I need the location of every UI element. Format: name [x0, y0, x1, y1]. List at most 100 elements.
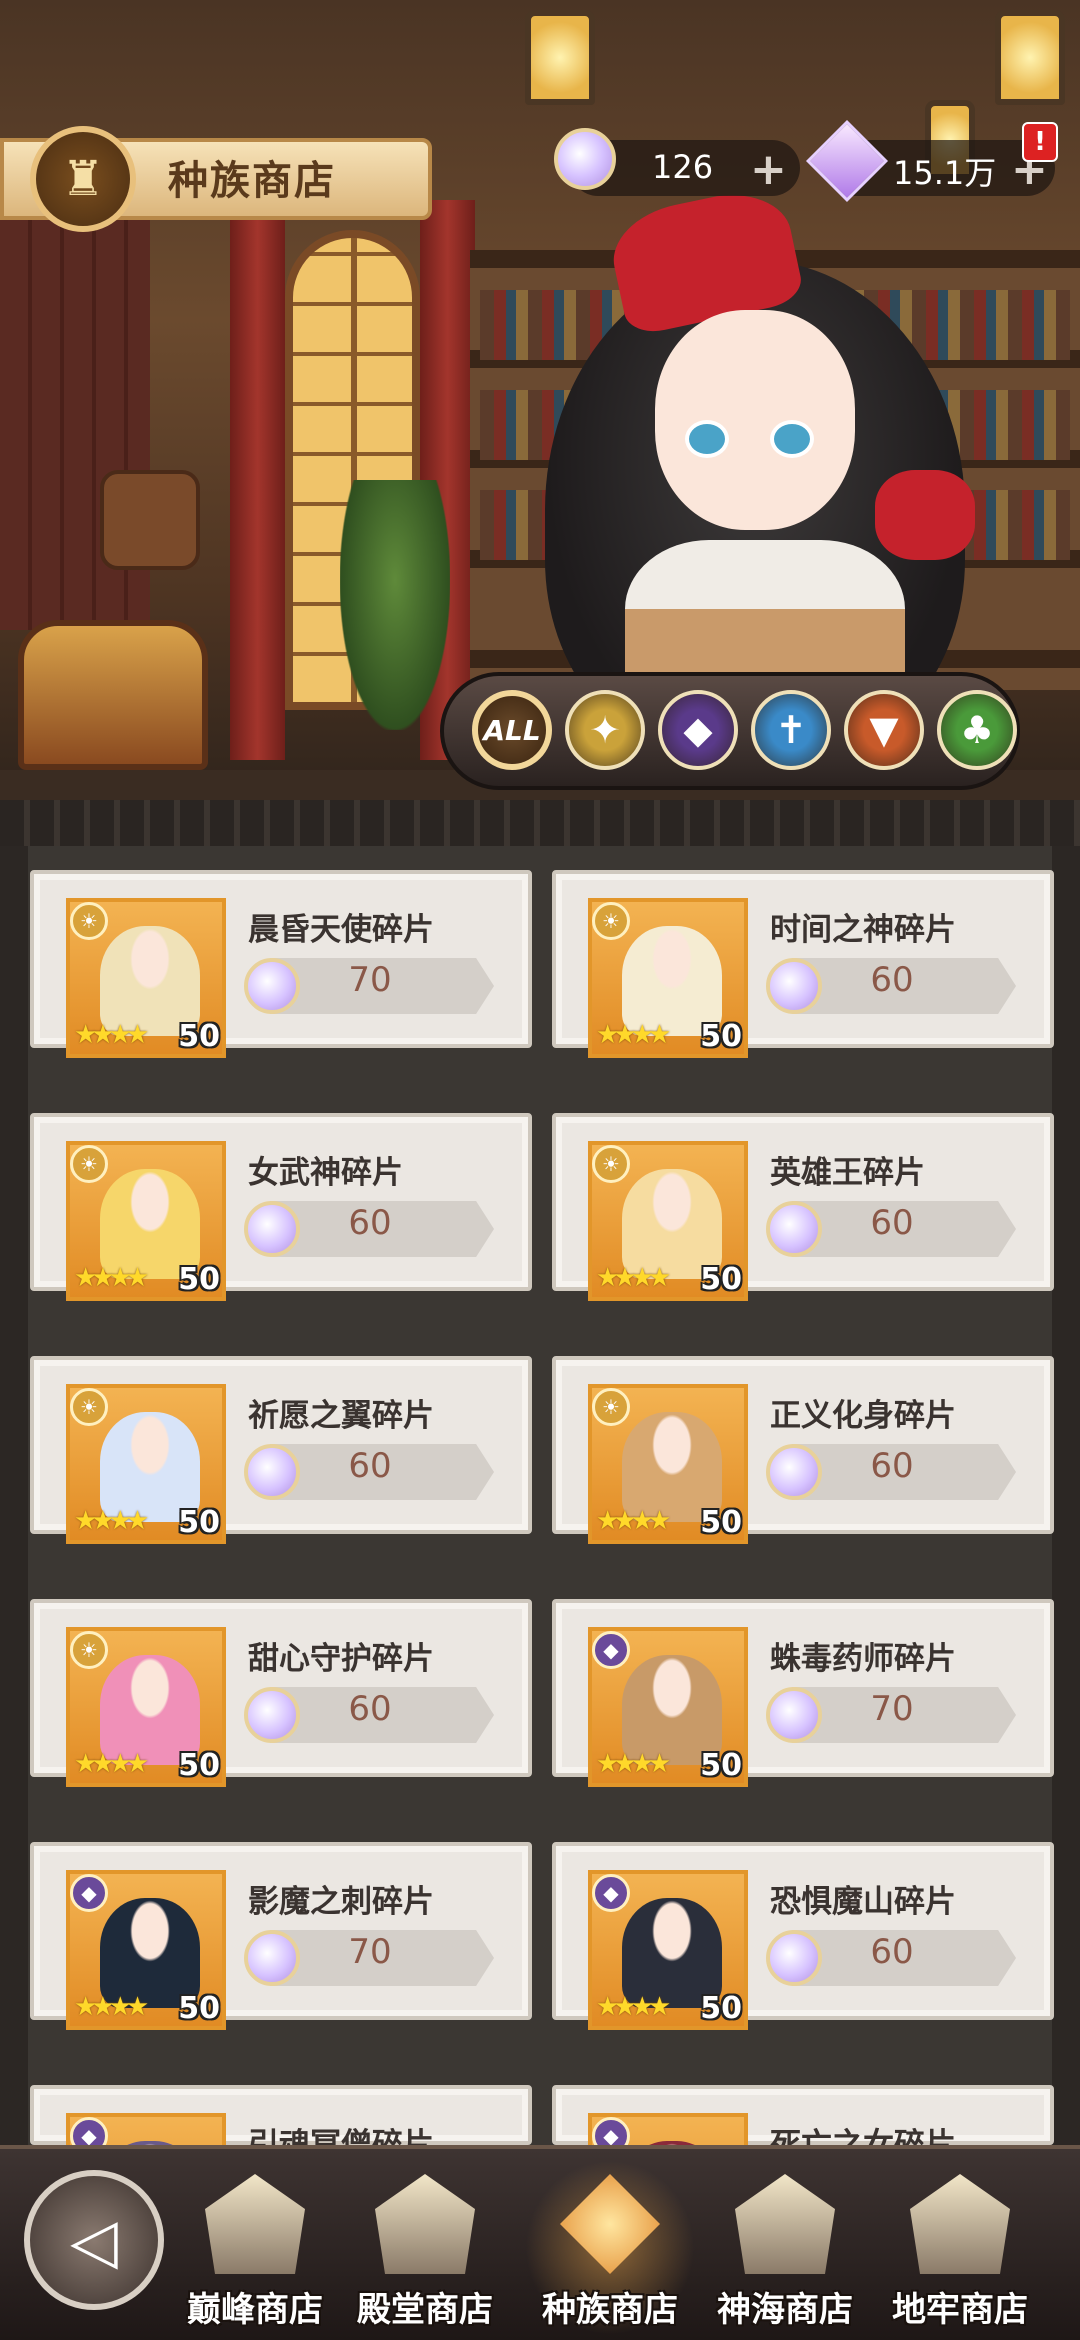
hero-level: 50	[700, 1748, 742, 1783]
hero-level: 50	[178, 1262, 220, 1297]
crystal-icon	[244, 1687, 300, 1743]
item-name: 英雄王碎片	[770, 1155, 925, 1191]
hero-portrait: ☀ ★★★★ 50	[66, 1384, 226, 1544]
faction-badge-icon: ◆	[70, 1874, 108, 1912]
treasure-chest	[18, 620, 208, 770]
crystal-icon	[766, 1687, 822, 1743]
hero-level: 50	[178, 1991, 220, 2026]
shop-item-card[interactable]: ◆死亡之女碎片	[552, 2085, 1054, 2273]
star-rating: ★★★★	[74, 1020, 149, 1050]
crystal-icon	[554, 128, 616, 190]
shop-tab-icon	[375, 2174, 475, 2274]
item-price: 60	[870, 960, 914, 1000]
star-rating: ★★★★	[596, 1020, 671, 1050]
nav-tab[interactable]: 殿堂商店	[340, 2160, 510, 2335]
faction-badge-icon: ☀	[70, 902, 108, 940]
faction-badge-icon: ◆	[592, 1874, 630, 1912]
item-price: 70	[348, 960, 392, 1000]
faction-badge-icon: ☀	[592, 1145, 630, 1183]
star-rating: ★★★★	[74, 1263, 149, 1293]
shop-title: 种族商店	[168, 158, 336, 204]
lantern-icon	[525, 10, 595, 105]
hero-level: 50	[700, 1262, 742, 1297]
hero-level: 50	[700, 1505, 742, 1540]
add-crystal-button[interactable]: +	[750, 144, 787, 195]
crystal-icon	[244, 1201, 300, 1257]
crystal-icon	[244, 1444, 300, 1500]
hero-portrait: ☀ ★★★★ 50	[66, 1627, 226, 1787]
shop-item-card[interactable]: ☀ ★★★★ 50 甜心守护碎片 60	[30, 1599, 532, 1787]
all-icon[interactable]: ALL	[472, 690, 552, 770]
item-name: 时间之神碎片	[770, 912, 956, 948]
shop-tab-icon	[735, 2174, 835, 2274]
nav-tab[interactable]: 神海商店	[700, 2160, 870, 2335]
item-name: 影魔之刺碎片	[248, 1884, 434, 1920]
nav-tab[interactable]: 巅峰商店	[170, 2160, 340, 2335]
shop-item-card[interactable]: ☀ ★★★★ 50 晨昏天使碎片 70	[30, 870, 532, 1058]
star-rating: ★★★★	[596, 1506, 671, 1536]
hero-portrait: ◆ ★★★★ 50	[588, 1627, 748, 1787]
item-price: 60	[348, 1203, 392, 1243]
shop-item-card[interactable]: ◆ ★★★★ 50 恐惧魔山碎片 60	[552, 1842, 1054, 2030]
faction-badge-icon: ☀	[70, 1631, 108, 1669]
nav-tab[interactable]: 种族商店	[525, 2160, 695, 2335]
star-rating: ★★★★	[74, 1506, 149, 1536]
shop-item-card[interactable]: ◆引魂冥僧碎片	[30, 2085, 532, 2273]
wolf-faction-icon[interactable]: ▼	[844, 690, 924, 770]
crystal-amount: 126	[652, 148, 714, 186]
back-button[interactable]: ◁	[24, 2170, 164, 2310]
hero-level: 50	[700, 1019, 742, 1054]
item-name: 甜心守护碎片	[248, 1641, 434, 1677]
potted-plant	[340, 480, 450, 730]
shop-item-card[interactable]: ☀ ★★★★ 50 祈愿之翼碎片 60	[30, 1356, 532, 1544]
holy-faction-icon[interactable]: ✝	[751, 690, 831, 770]
hot-air-balloon-icon: ♜	[30, 126, 136, 232]
faction-badge-icon: ☀	[70, 1388, 108, 1426]
crystal-icon	[766, 1930, 822, 1986]
hero-portrait: ☀ ★★★★ 50	[66, 898, 226, 1058]
curtain-left	[230, 200, 285, 760]
faction-badge-icon: ◆	[592, 1631, 630, 1669]
item-name: 蛛毒药师碎片	[770, 1641, 956, 1677]
faction-badge-icon: ☀	[592, 902, 630, 940]
item-price: 60	[870, 1932, 914, 1972]
shop-item-card[interactable]: ◆ ★★★★ 50 影魔之刺碎片 70	[30, 1842, 532, 2030]
shop-item-card[interactable]: ☀ ★★★★ 50 正义化身碎片 60	[552, 1356, 1054, 1544]
nav-tab[interactable]: 地牢商店	[875, 2160, 1045, 2335]
item-name: 晨昏天使碎片	[248, 912, 434, 948]
tree-faction-icon[interactable]: ♣	[937, 690, 1017, 770]
crystal-icon	[244, 958, 300, 1014]
hero-portrait: ☀ ★★★★ 50	[66, 1141, 226, 1301]
dark-faction-icon[interactable]: ◆	[658, 690, 738, 770]
shop-item-card[interactable]: ◆ ★★★★ 50 蛛毒药师碎片 70	[552, 1599, 1054, 1787]
hero-level: 50	[178, 1505, 220, 1540]
shop-tab-icon	[560, 2174, 660, 2274]
hero-portrait: ◆ ★★★★ 50	[66, 1870, 226, 2030]
hero-portrait: ☀ ★★★★ 50	[588, 898, 748, 1058]
faction-badge-icon: ☀	[592, 1388, 630, 1426]
shop-item-card[interactable]: ☀ ★★★★ 50 时间之神碎片 60	[552, 870, 1054, 1058]
lantern-icon	[995, 10, 1065, 105]
crystal-icon	[766, 958, 822, 1014]
item-name: 恐惧魔山碎片	[770, 1884, 956, 1920]
item-price: 60	[870, 1446, 914, 1486]
item-price: 60	[348, 1689, 392, 1729]
star-rating: ★★★★	[596, 1992, 671, 2022]
item-price: 70	[348, 1932, 392, 1972]
item-price: 60	[870, 1203, 914, 1243]
list-top-rail	[0, 800, 1080, 846]
crystal-icon	[244, 1930, 300, 1986]
hero-level: 50	[700, 1991, 742, 2026]
shop-item-card[interactable]: ☀ ★★★★ 50 英雄王碎片 60	[552, 1113, 1054, 1301]
nav-tab-label: 种族商店	[542, 2290, 678, 2330]
shop-item-card[interactable]: ☀ ★★★★ 50 女武神碎片 60	[30, 1113, 532, 1301]
crystal-icon	[766, 1201, 822, 1257]
nav-tab-label: 殿堂商店	[357, 2290, 493, 2330]
hero-portrait: ☀ ★★★★ 50	[588, 1384, 748, 1544]
light-faction-icon[interactable]: ✦	[565, 690, 645, 770]
hero-portrait: ◆ ★★★★ 50	[588, 1870, 748, 2030]
leather-bag	[100, 470, 200, 570]
alert-badge: !	[1022, 122, 1058, 162]
nav-tab-label: 地牢商店	[892, 2290, 1028, 2330]
crystal-icon	[766, 1444, 822, 1500]
